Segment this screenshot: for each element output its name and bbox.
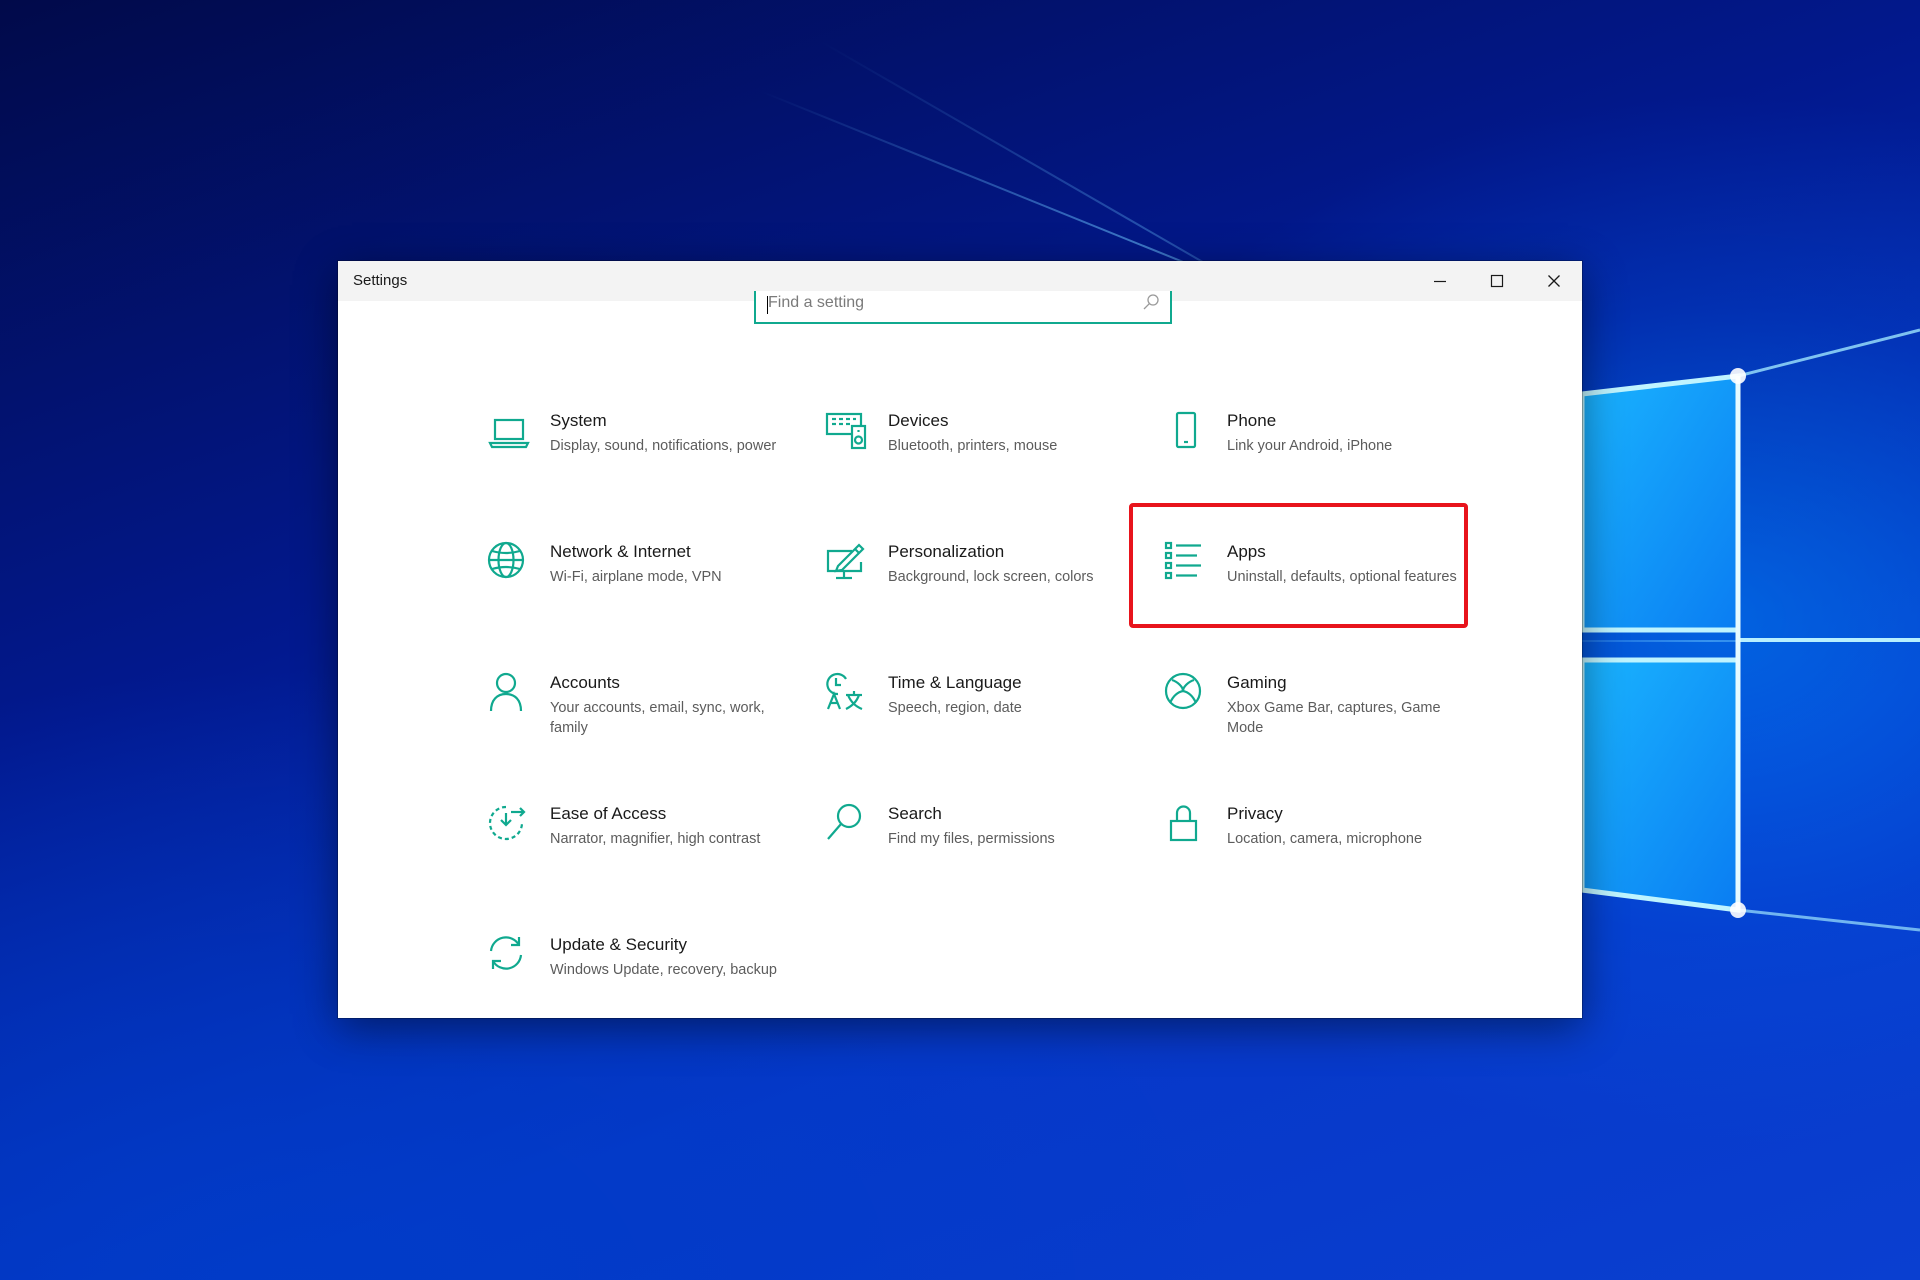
tile-privacy[interactable]: Privacy Location, camera, microphone: [1163, 802, 1493, 918]
person-icon: [486, 671, 532, 717]
tile-title: Devices: [888, 411, 949, 430]
sync-arrows-icon: [486, 933, 532, 979]
tile-description: Display, sound, notifications, power: [550, 438, 777, 454]
tile-title: System: [550, 411, 607, 430]
tile-time-language[interactable]: Time & Language Speech, region, date: [824, 671, 1154, 787]
tile-network-internet[interactable]: Network & Internet Wi-Fi, airplane mode,…: [486, 540, 816, 656]
tile-update-security[interactable]: Update & Security Windows Update, recove…: [486, 933, 816, 1018]
tile-gaming[interactable]: Gaming Xbox Game Bar, captures, Game Mod…: [1163, 671, 1493, 787]
tile-title: Time & Language: [888, 673, 1022, 692]
settings-categories: System Display, sound, notifications, po…: [338, 261, 1582, 1018]
personalization-icon: [824, 540, 870, 586]
magnifier-icon: [824, 802, 870, 848]
tile-description: Windows Update, recovery, backup: [550, 962, 778, 978]
tile-title: Personalization: [888, 542, 1005, 561]
devices-icon: [824, 409, 870, 455]
tile-title: Accounts: [550, 673, 620, 692]
tile-description: Your accounts, email, sync, work, family: [550, 700, 765, 736]
tile-personalization[interactable]: Personalization Background, lock screen,…: [824, 540, 1154, 656]
globe-icon: [486, 540, 532, 586]
tile-description: Narrator, magnifier, high contrast: [550, 831, 761, 847]
tile-title: Privacy: [1227, 804, 1283, 823]
tile-title: Gaming: [1227, 673, 1287, 692]
apps-highlight-box: [1129, 503, 1468, 628]
tile-devices[interactable]: Devices Bluetooth, printers, mouse: [824, 409, 1154, 525]
tile-description: Bluetooth, printers, mouse: [888, 438, 1058, 454]
tile-title: Update & Security: [550, 935, 688, 954]
tile-description: Background, lock screen, colors: [888, 569, 1094, 585]
tile-description: Find my files, permissions: [888, 831, 1055, 847]
tile-title: Phone: [1227, 411, 1277, 430]
tile-description: Link your Android, iPhone: [1227, 438, 1393, 454]
time-language-icon: [824, 671, 870, 717]
laptop-icon: [486, 409, 532, 455]
tile-title: Ease of Access: [550, 804, 667, 823]
settings-window: Settings Find a setting System Display, …: [338, 261, 1582, 1018]
phone-icon: [1163, 409, 1209, 455]
tile-description: Wi-Fi, airplane mode, VPN: [550, 569, 722, 585]
ease-of-access-icon: [486, 802, 532, 848]
tile-description: Xbox Game Bar, captures, Game Mode: [1227, 700, 1441, 736]
tile-title: Network & Internet: [550, 542, 691, 561]
tile-search[interactable]: Search Find my files, permissions: [824, 802, 1154, 918]
tile-system[interactable]: System Display, sound, notifications, po…: [486, 409, 816, 525]
lock-icon: [1163, 802, 1209, 848]
tile-ease-of-access[interactable]: Ease of Access Narrator, magnifier, high…: [486, 802, 816, 918]
tile-description: Speech, region, date: [888, 700, 1022, 716]
tile-accounts[interactable]: Accounts Your accounts, email, sync, wor…: [486, 671, 816, 787]
tile-title: Search: [888, 804, 942, 823]
tile-description: Location, camera, microphone: [1227, 831, 1423, 847]
xbox-icon: [1163, 671, 1209, 717]
